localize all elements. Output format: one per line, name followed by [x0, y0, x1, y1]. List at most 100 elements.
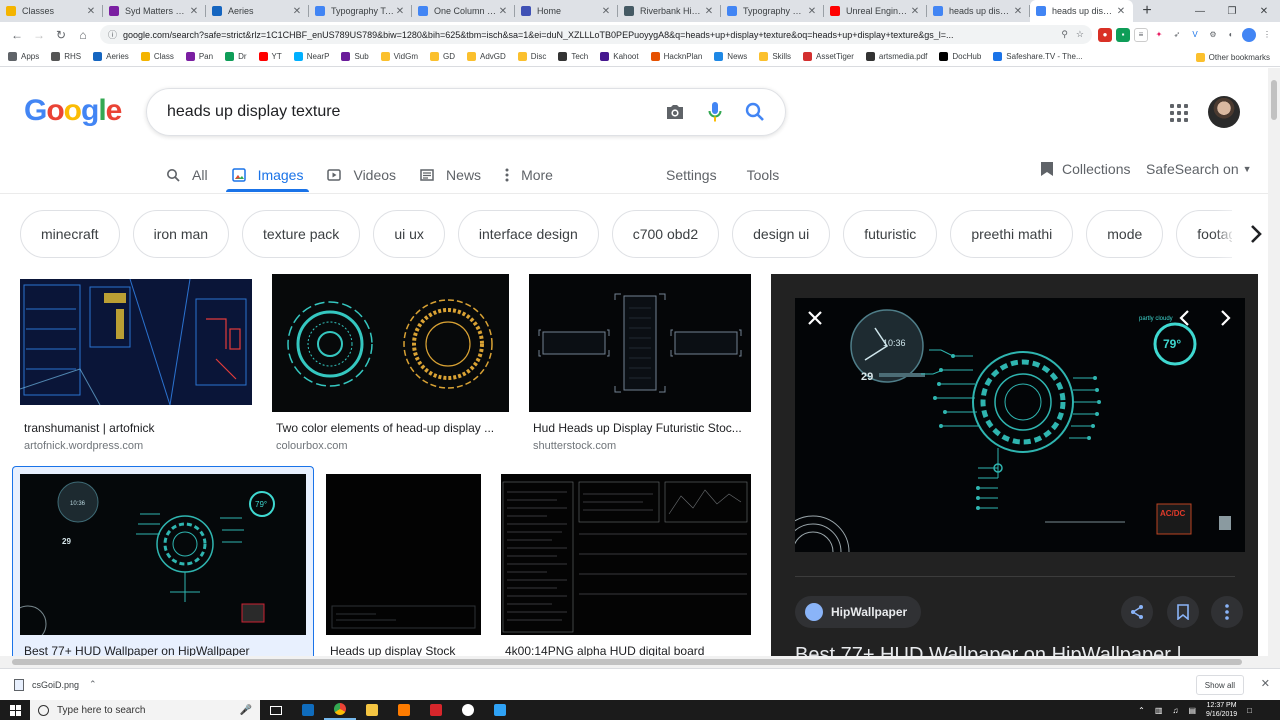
related-search-chip[interactable]: c700 obd2 — [611, 210, 720, 258]
other-bookmarks[interactable]: Other bookmarks — [1195, 47, 1270, 66]
camera-icon[interactable] — [663, 100, 687, 124]
outlook-icon[interactable] — [292, 700, 324, 720]
related-search-chip[interactable]: interface design — [457, 210, 599, 258]
extension-green-icon[interactable]: ▪ — [1116, 27, 1130, 42]
download-item[interactable]: csGoiD.png ⌃ — [14, 678, 154, 691]
bookmark-item[interactable]: Skills — [759, 52, 791, 61]
browser-tab[interactable]: Typography Dictionary✕ — [721, 0, 824, 22]
search-icon[interactable] — [743, 100, 767, 124]
address-bar[interactable]: ⓘ google.com/search?safe=strict&rlz=1C1C… — [100, 25, 1092, 44]
bookmark-item[interactable]: Tech — [558, 52, 588, 61]
tab-images[interactable]: Images — [225, 158, 310, 192]
microphone-icon[interactable] — [703, 100, 727, 124]
scrollbar-thumb[interactable] — [1271, 80, 1277, 120]
google-apps-icon[interactable] — [1170, 104, 1188, 122]
bookmark-item[interactable]: AdvGD — [466, 52, 506, 61]
next-image-button[interactable] — [1215, 308, 1235, 328]
bookmark-item[interactable]: artsmedia.pdf — [865, 52, 927, 61]
tab-close-icon[interactable]: ✕ — [703, 6, 715, 17]
browser-tab[interactable]: Syd Matters Radio✕ — [103, 0, 206, 22]
profile-icon[interactable] — [1242, 27, 1256, 42]
result-title[interactable]: Two color elements of head-up display ..… — [276, 421, 509, 435]
file-explorer-icon[interactable] — [356, 700, 388, 720]
search-input[interactable] — [167, 103, 647, 121]
illustrator-icon[interactable] — [388, 700, 420, 720]
browser-tab[interactable]: Typography Template✕ — [309, 0, 412, 22]
browser-tab[interactable]: heads up display ✕ — [927, 0, 1030, 22]
extension-circle-icon[interactable]: ◐ — [1224, 27, 1238, 42]
tab-close-icon[interactable]: ✕ — [188, 6, 200, 17]
result-thumbnail[interactable] — [272, 274, 509, 412]
safesearch-dropdown[interactable]: SafeSearch on ▼ — [1146, 158, 1252, 180]
result-title[interactable]: Hud Heads up Display Futuristic Stoc... — [533, 421, 751, 435]
result-site[interactable]: shutterstock.com — [533, 440, 616, 452]
microphone-icon[interactable]: 🎤 — [240, 705, 252, 716]
acrobat-icon[interactable] — [420, 700, 452, 720]
back-button[interactable]: ← — [6, 28, 28, 42]
more-options-button[interactable] — [1211, 596, 1243, 628]
related-search-chip[interactable]: futuristic — [843, 210, 938, 258]
related-search-chip[interactable]: texture pack — [242, 210, 361, 258]
home-button[interactable]: ⌂ — [72, 28, 94, 42]
extension-rocket-icon[interactable]: ➶ — [1170, 27, 1184, 42]
bookmark-item[interactable]: Pan — [185, 52, 213, 61]
previous-image-button[interactable] — [1175, 308, 1195, 328]
tray-chevron-icon[interactable]: ⌃ — [1138, 706, 1145, 715]
result-thumbnail[interactable] — [20, 279, 252, 405]
start-button[interactable] — [0, 700, 30, 720]
photoshop-icon[interactable] — [484, 700, 516, 720]
notifications-icon[interactable]: □ — [1247, 706, 1252, 715]
related-search-chip[interactable]: ui ux — [373, 210, 445, 258]
bookmark-item[interactable]: Aeries — [93, 52, 129, 61]
tab-close-icon[interactable]: ✕ — [291, 6, 303, 17]
preview-image[interactable]: 10:36 29 partly cloudy 79° AC/DC — [795, 298, 1245, 552]
reload-button[interactable]: ↻ — [50, 28, 72, 42]
vertical-scrollbar[interactable] — [1268, 68, 1280, 670]
tab-close-icon[interactable]: ✕ — [806, 6, 818, 17]
chevron-up-icon[interactable]: ⌃ — [89, 679, 97, 690]
google-logo[interactable]: Google — [24, 94, 122, 128]
task-view-icon[interactable] — [260, 700, 292, 720]
save-to-collection-button[interactable] — [1167, 596, 1199, 628]
result-site[interactable]: colourbox.com — [276, 440, 348, 452]
extension-gear-icon[interactable]: ⚙ — [1206, 27, 1220, 42]
bookmark-item[interactable]: HacknPlan — [650, 52, 702, 61]
bookmark-star-icon[interactable]: ☆ — [1076, 29, 1084, 40]
bookmark-item[interactable]: Kahoot — [600, 52, 639, 61]
tab-more[interactable]: More — [505, 158, 553, 192]
extension-adblock-icon[interactable]: ● — [1098, 27, 1112, 42]
extension-ribbon-icon[interactable]: ✦ — [1152, 27, 1166, 42]
bookmark-item[interactable]: RHS — [51, 52, 81, 61]
related-search-chip[interactable]: design ui — [732, 210, 831, 258]
result-thumbnail[interactable] — [529, 274, 751, 412]
settings-link[interactable]: Settings — [666, 167, 717, 183]
browser-tab[interactable]: Riverbank High School✕ — [618, 0, 721, 22]
tab-close-icon[interactable]: ✕ — [1115, 6, 1127, 17]
bookmark-item[interactable]: Safeshare.TV - The... — [993, 52, 1083, 61]
browser-tab-active[interactable]: heads up display ✕ — [1030, 0, 1133, 22]
volume-icon[interactable]: ♫ — [1172, 706, 1178, 715]
bookmark-item[interactable]: Class — [140, 52, 174, 61]
related-search-chip[interactable]: iron man — [132, 210, 230, 258]
browser-tab[interactable]: Classes ✕ — [0, 0, 103, 22]
collections-link[interactable]: Collections — [1040, 158, 1130, 180]
site-info-icon[interactable]: ⓘ — [108, 28, 117, 41]
extension-lines-icon[interactable]: ≡ — [1134, 27, 1148, 42]
bookmark-item[interactable]: Disc — [517, 52, 546, 61]
bookmark-item[interactable]: AssetTiger — [802, 52, 854, 61]
browser-tab[interactable]: One Column Rules✕ — [412, 0, 515, 22]
browser-tab[interactable]: Aeries ✕ — [206, 0, 309, 22]
zoom-icon[interactable]: ⚲ — [1061, 29, 1068, 40]
result-thumbnail[interactable] — [501, 474, 751, 635]
taskbar-search[interactable]: Type here to search 🎤 — [30, 700, 260, 720]
bookmark-item[interactable]: Apps — [8, 52, 39, 61]
taskbar-clock[interactable]: 12:37 PM 9/16/2019 — [1206, 701, 1237, 719]
network-icon[interactable]: ▥ — [1155, 706, 1163, 715]
avatar[interactable] — [1208, 96, 1240, 128]
tab-close-icon[interactable]: ✕ — [394, 6, 406, 17]
browser-tab[interactable]: Home ✕ — [515, 0, 618, 22]
bookmark-item[interactable]: YT — [258, 52, 282, 61]
bookmark-item[interactable]: VidGm — [380, 52, 418, 61]
chrome-icon[interactable] — [324, 700, 356, 720]
close-downloads-button[interactable]: ✕ — [1261, 677, 1270, 690]
